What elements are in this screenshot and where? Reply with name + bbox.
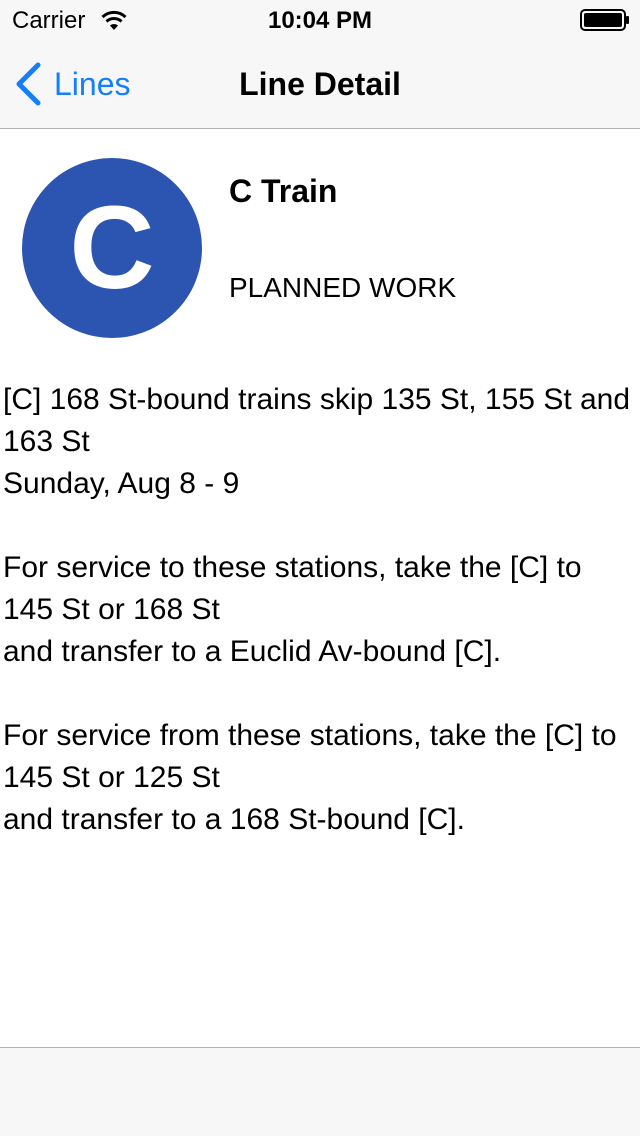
line-bullet-letter: C	[69, 182, 155, 314]
service-advisory-text: [C] 168 St-bound trains skip 135 St, 155…	[3, 383, 631, 836]
line-name: C Train	[229, 173, 338, 209]
line-detail-content: C C Train PLANNED WORK [C] 168 St-bound …	[0, 129, 640, 1047]
line-status: PLANNED WORK	[229, 272, 457, 303]
navigation-bar: Lines Line Detail	[0, 40, 640, 129]
line-bullet-icon: C	[22, 158, 202, 338]
screen: Carrier 10:04 PM Lines Line Detail C C T…	[0, 0, 640, 1136]
status-bar: Carrier 10:04 PM	[0, 0, 640, 40]
battery-icon	[580, 9, 629, 31]
status-time: 10:04 PM	[267, 7, 373, 34]
page-title: Line Detail	[239, 66, 401, 102]
bottom-toolbar	[0, 1047, 640, 1136]
